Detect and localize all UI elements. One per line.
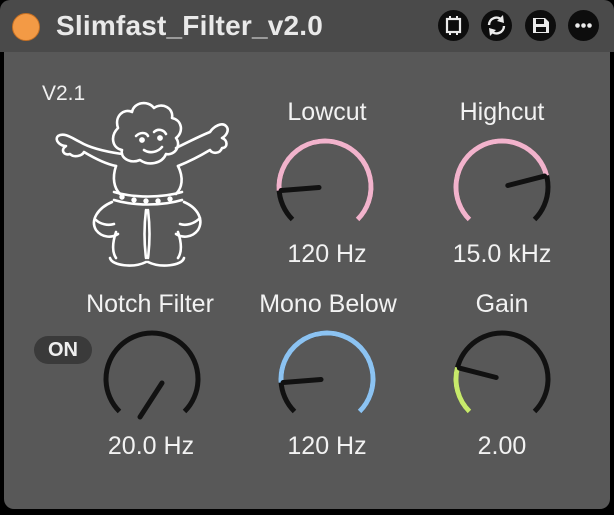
notch-knob[interactable] bbox=[97, 324, 207, 434]
highcut-knob[interactable] bbox=[447, 132, 557, 242]
notch-label: Notch Filter bbox=[86, 290, 214, 318]
refresh-icon[interactable] bbox=[481, 10, 512, 41]
knob-needle bbox=[456, 365, 499, 381]
device-window: Slimfast_Filter_v2.0 V2.1 Lowcut 120 Hz … bbox=[0, 0, 614, 515]
gain-knob[interactable] bbox=[447, 324, 557, 434]
knob-value-arc bbox=[276, 138, 374, 222]
gain-value: 2.00 bbox=[477, 432, 527, 460]
knob-needle bbox=[280, 376, 324, 385]
freeze-icon[interactable] bbox=[438, 10, 469, 41]
more-icon[interactable] bbox=[568, 10, 599, 41]
highcut-value: 15.0 kHz bbox=[452, 240, 552, 268]
device-power-button[interactable] bbox=[12, 13, 40, 41]
mascot-illustration bbox=[55, 101, 229, 267]
notch-toggle[interactable]: ON bbox=[34, 336, 92, 364]
save-icon[interactable] bbox=[525, 10, 556, 41]
knob-value-arc bbox=[453, 366, 472, 414]
lowcut-knob[interactable] bbox=[270, 132, 380, 242]
knob-value-arc bbox=[278, 330, 376, 414]
device-titlebar: Slimfast_Filter_v2.0 bbox=[0, 0, 614, 52]
knob-needle bbox=[278, 184, 322, 193]
notch-value: 20.0 Hz bbox=[107, 432, 195, 460]
knob-needle bbox=[505, 173, 548, 189]
knob-needle bbox=[137, 380, 165, 420]
mono-label: Mono Below bbox=[259, 290, 397, 318]
mono-knob[interactable] bbox=[272, 324, 382, 434]
lowcut-label: Lowcut bbox=[287, 98, 367, 126]
mono-value: 120 Hz bbox=[287, 432, 367, 460]
highcut-label: Highcut bbox=[459, 98, 545, 126]
device-title: Slimfast_Filter_v2.0 bbox=[56, 10, 324, 41]
gain-label: Gain bbox=[475, 290, 529, 318]
lowcut-value: 120 Hz bbox=[287, 240, 367, 268]
